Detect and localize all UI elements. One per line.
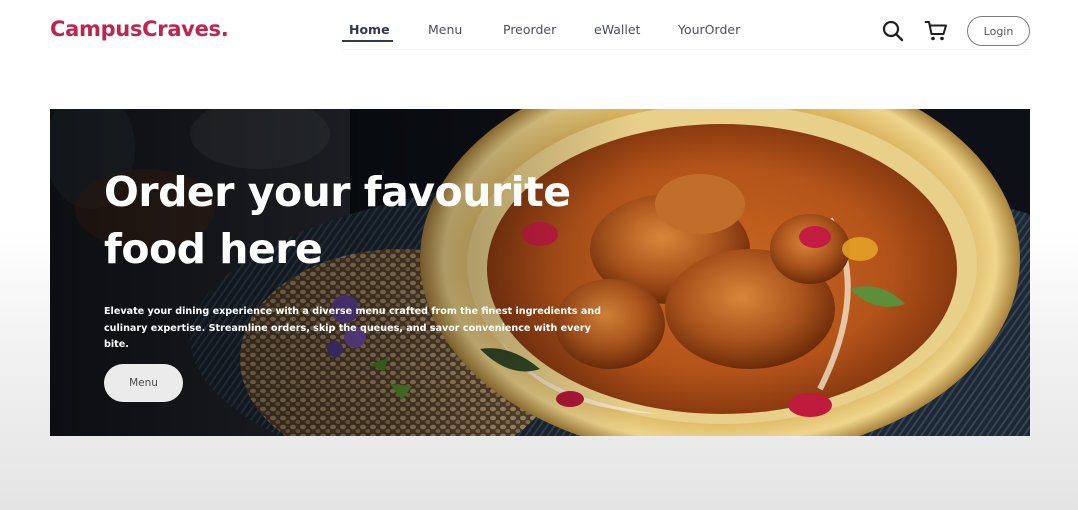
nav-link-home[interactable]: Home: [349, 22, 428, 42]
nav-link-yourorder[interactable]: YourOrder: [678, 22, 758, 42]
hero-banner: Order your favourite food here Elevate y…: [50, 109, 1030, 436]
hero-title: Order your favourite food here: [104, 168, 571, 273]
hero-menu-button[interactable]: Menu: [104, 364, 183, 402]
main-nav: Home Menu Preorder eWallet YourOrder: [340, 22, 758, 42]
nav-divider: [342, 49, 1030, 50]
nav-link-ewallet[interactable]: eWallet: [594, 22, 678, 42]
active-nav-underline: [342, 40, 393, 42]
brand-logo[interactable]: CampusCraves.: [50, 17, 229, 41]
search-icon[interactable]: [882, 20, 904, 42]
hero-description: Elevate your dining experience with a di…: [104, 306, 602, 350]
login-button[interactable]: Login: [967, 16, 1030, 46]
cart-icon[interactable]: [924, 20, 948, 42]
navbar: CampusCraves. Home Menu Preorder eWallet…: [0, 0, 1078, 62]
nav-link-menu[interactable]: Menu: [428, 22, 503, 42]
nav-link-preorder[interactable]: Preorder: [503, 22, 594, 42]
